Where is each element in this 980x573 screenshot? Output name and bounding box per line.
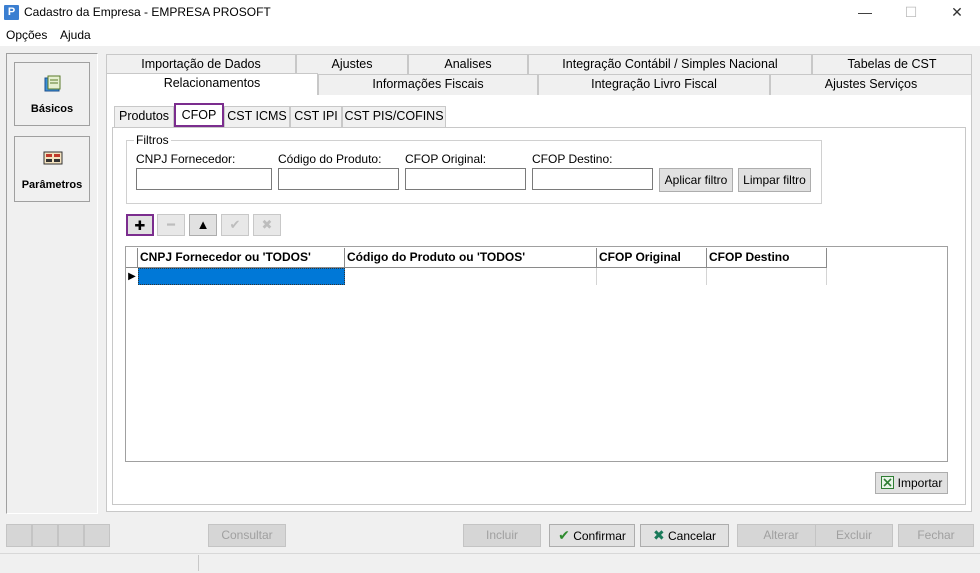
tab-relacionamentos[interactable]: Relacionamentos xyxy=(106,73,318,95)
tab-importacao-dados[interactable]: Importação de Dados xyxy=(106,54,296,75)
tab-ajustes-servicos[interactable]: Ajustes Serviços xyxy=(770,74,972,95)
grid-header-cnpj[interactable]: CNPJ Fornecedor ou 'TODOS' xyxy=(138,248,345,268)
move-up-button[interactable]: ▲ xyxy=(189,214,217,236)
tab-integracao-contabil[interactable]: Integração Contábil / Simples Nacional xyxy=(528,54,812,75)
cfop-destino-label: CFOP Destino: xyxy=(532,152,613,166)
sidebar-item-parametros[interactable]: Parâmetros xyxy=(14,136,90,202)
cnpj-fornecedor-input[interactable] xyxy=(136,168,272,190)
add-row-button[interactable]: ✚ xyxy=(126,214,154,236)
maximize-button[interactable]: ☐ xyxy=(888,0,934,26)
tab-informacoes-fiscais[interactable]: Informações Fiscais xyxy=(318,74,538,95)
subtab-cst-ipi[interactable]: CST IPI xyxy=(290,106,342,127)
sidebar: Básicos Parâmetros xyxy=(6,53,98,514)
excel-icon xyxy=(880,476,894,489)
check-icon: ✔ xyxy=(558,527,570,543)
subtab-cst-icms[interactable]: CST ICMS xyxy=(224,106,290,127)
nav-segment-1[interactable] xyxy=(6,524,32,547)
grid-cell-cfop-destino[interactable] xyxy=(707,268,827,285)
grid-cell-cnpj[interactable] xyxy=(138,268,345,285)
clear-filter-button[interactable]: Limpar filtro xyxy=(738,168,811,192)
sidebar-item-label: Parâmetros xyxy=(21,179,83,191)
menu-bar xyxy=(0,26,980,46)
cancel-x-icon: ✖ xyxy=(652,527,665,543)
subtab-cst-pis-cofins[interactable]: CST PIS/COFINS xyxy=(342,106,446,127)
cancel-row-button[interactable]: ✖ xyxy=(253,214,281,236)
grid-header-cfop-destino[interactable]: CFOP Destino xyxy=(707,248,827,268)
grid-header-cfop-original[interactable]: CFOP Original xyxy=(597,248,707,268)
status-bar xyxy=(0,553,980,573)
grid-header-codigo-produto[interactable]: Código do Produto ou 'TODOS' xyxy=(345,248,597,268)
tab-ajustes[interactable]: Ajustes xyxy=(296,54,408,75)
grid-indicator-header xyxy=(126,248,138,268)
filter-legend: Filtros xyxy=(134,133,171,147)
row-indicator-icon: ▶ xyxy=(128,271,136,282)
app-icon: P xyxy=(4,5,19,20)
basicos-icon xyxy=(44,75,61,92)
subtab-cfop[interactable]: CFOP xyxy=(174,103,224,127)
status-divider xyxy=(198,555,199,571)
minimize-button[interactable]: — xyxy=(842,0,888,26)
codigo-produto-label: Código do Produto: xyxy=(278,152,382,166)
cfop-original-label: CFOP Original: xyxy=(405,152,487,166)
parametros-icon xyxy=(43,151,63,165)
cfop-original-input[interactable] xyxy=(405,168,526,190)
menu-opcoes[interactable]: Opções xyxy=(6,28,47,42)
nav-segment-2[interactable] xyxy=(32,524,58,547)
grid-cell-cfop-original[interactable] xyxy=(597,268,707,285)
consultar-button[interactable]: Consultar xyxy=(208,524,286,547)
nav-segment-3[interactable] xyxy=(58,524,84,547)
incluir-button[interactable]: Incluir xyxy=(463,524,541,547)
sidebar-item-label: Básicos xyxy=(30,103,74,115)
subtab-produtos[interactable]: Produtos xyxy=(114,106,174,127)
import-button-label: Importar xyxy=(897,476,943,490)
post-row-button[interactable]: ✔ xyxy=(221,214,249,236)
import-button[interactable]: Importar xyxy=(875,472,948,494)
cancelar-button[interactable]: ✖ Cancelar xyxy=(640,524,729,547)
close-button[interactable]: ✕ xyxy=(934,0,980,26)
confirmar-label: Confirmar xyxy=(573,529,626,543)
grid-cell-codigo-produto[interactable] xyxy=(345,268,597,285)
window-title: Cadastro da Empresa - EMPRESA PROSOFT xyxy=(24,5,271,19)
excluir-button[interactable]: Excluir xyxy=(815,524,893,547)
alterar-button[interactable]: Alterar xyxy=(737,524,825,547)
apply-filter-button[interactable]: Aplicar filtro xyxy=(659,168,733,192)
cfop-destino-input[interactable] xyxy=(532,168,653,190)
fechar-button[interactable]: Fechar xyxy=(898,524,974,547)
cancelar-label: Cancelar xyxy=(668,529,717,543)
nav-segment-4[interactable] xyxy=(84,524,110,547)
confirmar-button[interactable]: ✔ Confirmar xyxy=(549,524,635,547)
tab-tabelas-cst[interactable]: Tabelas de CST xyxy=(812,54,972,75)
codigo-produto-input[interactable] xyxy=(278,168,399,190)
sidebar-item-basicos[interactable]: Básicos xyxy=(14,62,90,126)
menu-ajuda[interactable]: Ajuda xyxy=(60,28,91,42)
remove-row-button[interactable]: ━ xyxy=(157,214,185,236)
cnpj-fornecedor-label: CNPJ Fornecedor: xyxy=(136,152,236,166)
tab-analises[interactable]: Analises xyxy=(408,54,528,75)
tab-integracao-livro-fiscal[interactable]: Integração Livro Fiscal xyxy=(538,74,770,95)
